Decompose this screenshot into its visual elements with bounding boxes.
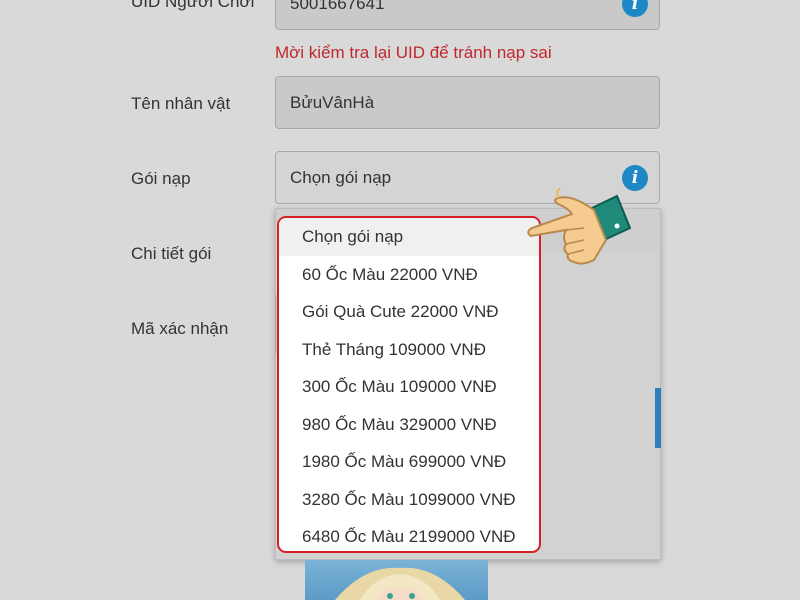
package-option[interactable]: Thẻ Tháng 109000 VNĐ: [279, 331, 539, 369]
package-options-list: Chọn gói nạp 60 Ốc Màu 22000 VNĐ Gói Quà…: [277, 216, 541, 553]
package-option[interactable]: Chọn gói nạp: [279, 218, 539, 256]
uid-label: UID Người Chơi: [131, 0, 255, 11]
character-name-field: BửuVânHà: [275, 76, 660, 129]
uid-value: 5001667641: [290, 0, 385, 13]
package-select-value: Chọn gói nạp: [290, 167, 392, 187]
package-label: Gói nạp: [131, 169, 191, 188]
captcha-label: Mã xác nhận: [131, 319, 229, 338]
package-option[interactable]: 60 Ốc Màu 22000 VNĐ: [279, 256, 539, 294]
package-option[interactable]: 1980 Ốc Màu 699000 VNĐ: [279, 443, 539, 481]
package-option[interactable]: Gói Quà Cute 22000 VNĐ: [279, 293, 539, 331]
package-option[interactable]: 300 Ốc Màu 109000 VNĐ: [279, 368, 539, 406]
character-name-value: BửuVânHà: [290, 92, 375, 112]
character-name-label: Tên nhân vật: [131, 94, 231, 113]
uid-warning: Mời kiểm tra lại UID để tránh nạp sai: [275, 43, 552, 62]
character-artwork: [305, 560, 488, 600]
package-option[interactable]: 980 Ốc Màu 329000 VNĐ: [279, 406, 539, 444]
package-option[interactable]: 6480 Ốc Màu 2199000 VNĐ: [279, 518, 539, 551]
info-icon[interactable]: i: [622, 0, 648, 17]
package-detail-label: Chi tiết gói: [131, 244, 212, 263]
uid-input[interactable]: 5001667641 i: [275, 0, 660, 30]
submit-button-edge[interactable]: [655, 388, 661, 448]
package-option[interactable]: 3280 Ốc Màu 1099000 VNĐ: [279, 481, 539, 519]
pointing-hand-icon: [527, 188, 632, 265]
info-icon[interactable]: i: [622, 164, 648, 191]
